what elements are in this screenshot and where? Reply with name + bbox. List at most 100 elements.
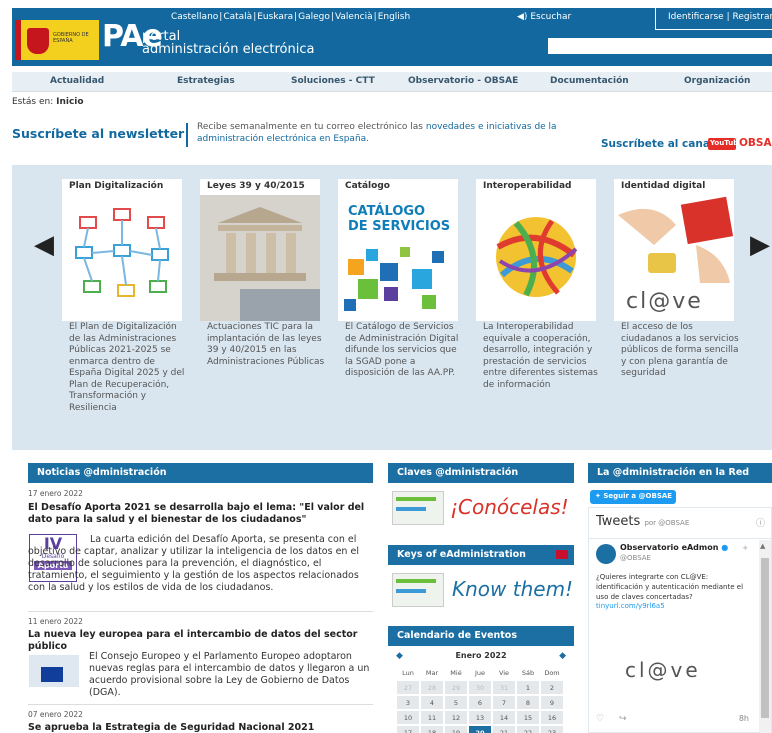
lang-valencia[interactable]: Valencià [335,12,373,22]
calendar-header[interactable]: Calendario de Eventos [388,626,574,646]
lang-euskara[interactable]: Euskara [257,12,293,22]
tweet-text: ¿Quieres integrarte con CL@VE: identific… [596,573,744,601]
card-text-leyes: Actuaciones TIC para la implantación de … [207,322,325,367]
obsae-channel-label[interactable]: OBSAE [739,137,772,149]
news-body: El Consejo Europeo y el Parlamento Europ… [89,651,370,698]
news-title[interactable]: El Desafío Aporta 2021 se desarrolla baj… [28,502,373,526]
catalogo-image-line2: DE SERVICIOS [348,219,451,234]
lang-catala[interactable]: Català [223,12,252,22]
clave-image[interactable]: cl@ve [625,658,701,682]
card-image-identidad[interactable]: cl@ve [614,195,734,321]
logo-line-admin: administración electrónica [142,42,315,57]
news-date: 17 enero 2022 [28,489,83,498]
claves-banner[interactable]: ¡Conócelas! [388,485,574,532]
nav-actualidad[interactable]: Actualidad [50,76,104,86]
tweet-handle: @OBSAE [620,554,651,562]
social-header[interactable]: La @dministración en la Red [588,463,772,483]
calendar-selected-day: 20 [469,726,491,733]
calendar-widget: ◆ Enero 2022 ◆ Lun Mar Mié Jue Vie Sáb Dom 27 2… [392,648,570,733]
tweet-link[interactable]: tinyurl.com/y9rl6a5 [596,602,665,610]
calendar-next-icon[interactable]: ◆ [559,651,566,661]
language-selector: Castellano|Català|Euskara|Galego|Valenci… [171,12,411,22]
catalogo-image-line1: CATÁLOGO [348,204,426,219]
card-image-plan[interactable] [62,195,182,321]
news-title[interactable]: La nueva ley europea para el intercambio… [28,629,373,653]
tweet-time: 8h [738,714,749,723]
card-title-leyes[interactable]: Leyes 39 y 40/2015 [200,179,320,195]
info-icon[interactable]: ⓘ [756,516,765,529]
mosaic-icon [344,247,444,311]
follow-button[interactable]: ✦ Seguir a @OBSAE [590,490,676,504]
like-icon[interactable]: ♡ [596,714,604,724]
card-text-identidad: El acceso de los ciudadanos a los servic… [621,322,739,378]
avatar[interactable] [596,544,616,564]
search-input[interactable] [548,38,772,54]
keys-banner[interactable]: Know them! [388,567,574,614]
newsletter-text: Recibe semanalmente en tu correo electró… [197,122,557,144]
listen-button[interactable]: ◀) Escuchar [517,12,571,22]
card-image-catalogo[interactable]: CATÁLOGO DE SERVICIOS [338,195,458,321]
register-link[interactable]: Registrarse [732,12,772,22]
government-logo[interactable]: GOBIERNO DE ESPAÑA [15,20,99,60]
youtube-icon[interactable]: YouTube [708,138,743,150]
twitter-logo-icon: ✦ [741,544,749,554]
carousel-prev-icon[interactable]: ◀ [34,232,54,258]
timeline-scrollbar[interactable]: ▲ [759,540,771,733]
news-header[interactable]: Noticias @dministración [28,463,373,483]
speaker-icon: ◀) [517,12,528,22]
lang-castellano[interactable]: Castellano [171,12,218,22]
courthouse-icon [214,207,320,321]
card-text-interoperabilidad: La Interoperabilidad equivale a cooperac… [483,322,598,390]
claves-header[interactable]: Claves @dministración [388,463,574,483]
breadcrumb: Estás en: Inicio [12,97,84,107]
card-title-interoperabilidad[interactable]: Interoperabilidad [476,179,596,195]
news-title[interactable]: Se aprueba la Estrategia de Seguridad Na… [28,722,373,733]
carousel-next-icon[interactable]: ▶ [750,232,770,258]
card-text-plan: El Plan de Digitalización de las Adminis… [69,322,185,413]
verified-icon: ● [721,543,729,552]
rubber-band-ball-icon [496,217,578,297]
gov-label: GOBIERNO DE ESPAÑA [53,32,89,44]
channel-subscribe[interactable]: Suscríbete al canal [601,138,714,150]
calendar-grid: Lun Mar Mié Jue Vie Sáb Dom 27 28 29 30 31 1 2 34567… [395,664,565,733]
card-text-catalogo: El Catálogo de Servicios de Administraci… [345,322,459,378]
nav-observatorio[interactable]: Observatorio - OBSAE [408,76,518,86]
twitter-timeline: Tweets por @OBSAE ⓘ Observatorio eAdmon … [588,507,772,733]
login-link[interactable]: Identificarse [668,12,724,22]
coat-of-arms-icon [27,28,49,54]
nav-soluciones[interactable]: Soluciones - CTT [291,76,375,86]
clave-logo: cl@ve [626,289,703,314]
lang-english[interactable]: English [378,12,411,22]
page-root: GOBIERNO DE ESPAÑA PAe portal administra… [0,0,772,733]
share-icon[interactable]: ↪ [619,714,627,724]
site-header: GOBIERNO DE ESPAÑA PAe portal administra… [12,8,772,66]
newsletter-divider [186,123,188,147]
lang-galego[interactable]: Galego [298,12,330,22]
breadcrumb-current[interactable]: Inicio [56,97,83,107]
nav-estrategias[interactable]: Estrategias [177,76,235,86]
card-image-interoperabilidad[interactable] [476,195,596,321]
card-image-leyes[interactable] [200,195,320,321]
news-body: La cuarta edición del Desafío Aporta, se… [28,534,359,593]
featured-carousel: ◀ ▶ Plan Digitalización El Plan de Digit… [12,165,772,450]
nav-documentacion[interactable]: Documentación [550,76,629,86]
scroll-up-icon[interactable]: ▲ [760,542,765,550]
keys-header[interactable]: Keys of eAdministration [388,545,574,565]
card-title-identidad[interactable]: Identidad digital [614,179,734,195]
tweet-author[interactable]: Observatorio eAdmon ● [620,543,728,552]
twitter-bird-icon: ✦ [595,492,601,500]
newsletter-title[interactable]: Suscríbete al newsletter [12,126,184,141]
nav-organizacion[interactable]: Organización [684,76,750,86]
main-nav: Actualidad Estrategias Soluciones - CTT … [12,72,772,92]
card-title-plan[interactable]: Plan Digitalización [62,179,182,195]
tweets-label: Tweets por @OBSAE [596,514,690,529]
card-title-catalogo[interactable]: Catálogo [338,179,458,195]
account-links: Identificarse | Registrarse [655,8,772,30]
news-divider [28,611,373,612]
network-diagram-icon [75,208,169,297]
eu-flag-thumbnail[interactable] [29,655,79,699]
calendar-month: Enero 2022 [455,651,507,660]
news-date: 11 enero 2022 [28,617,83,626]
uk-flag-icon[interactable] [556,550,568,559]
news-date: 07 enero 2022 [28,710,83,719]
